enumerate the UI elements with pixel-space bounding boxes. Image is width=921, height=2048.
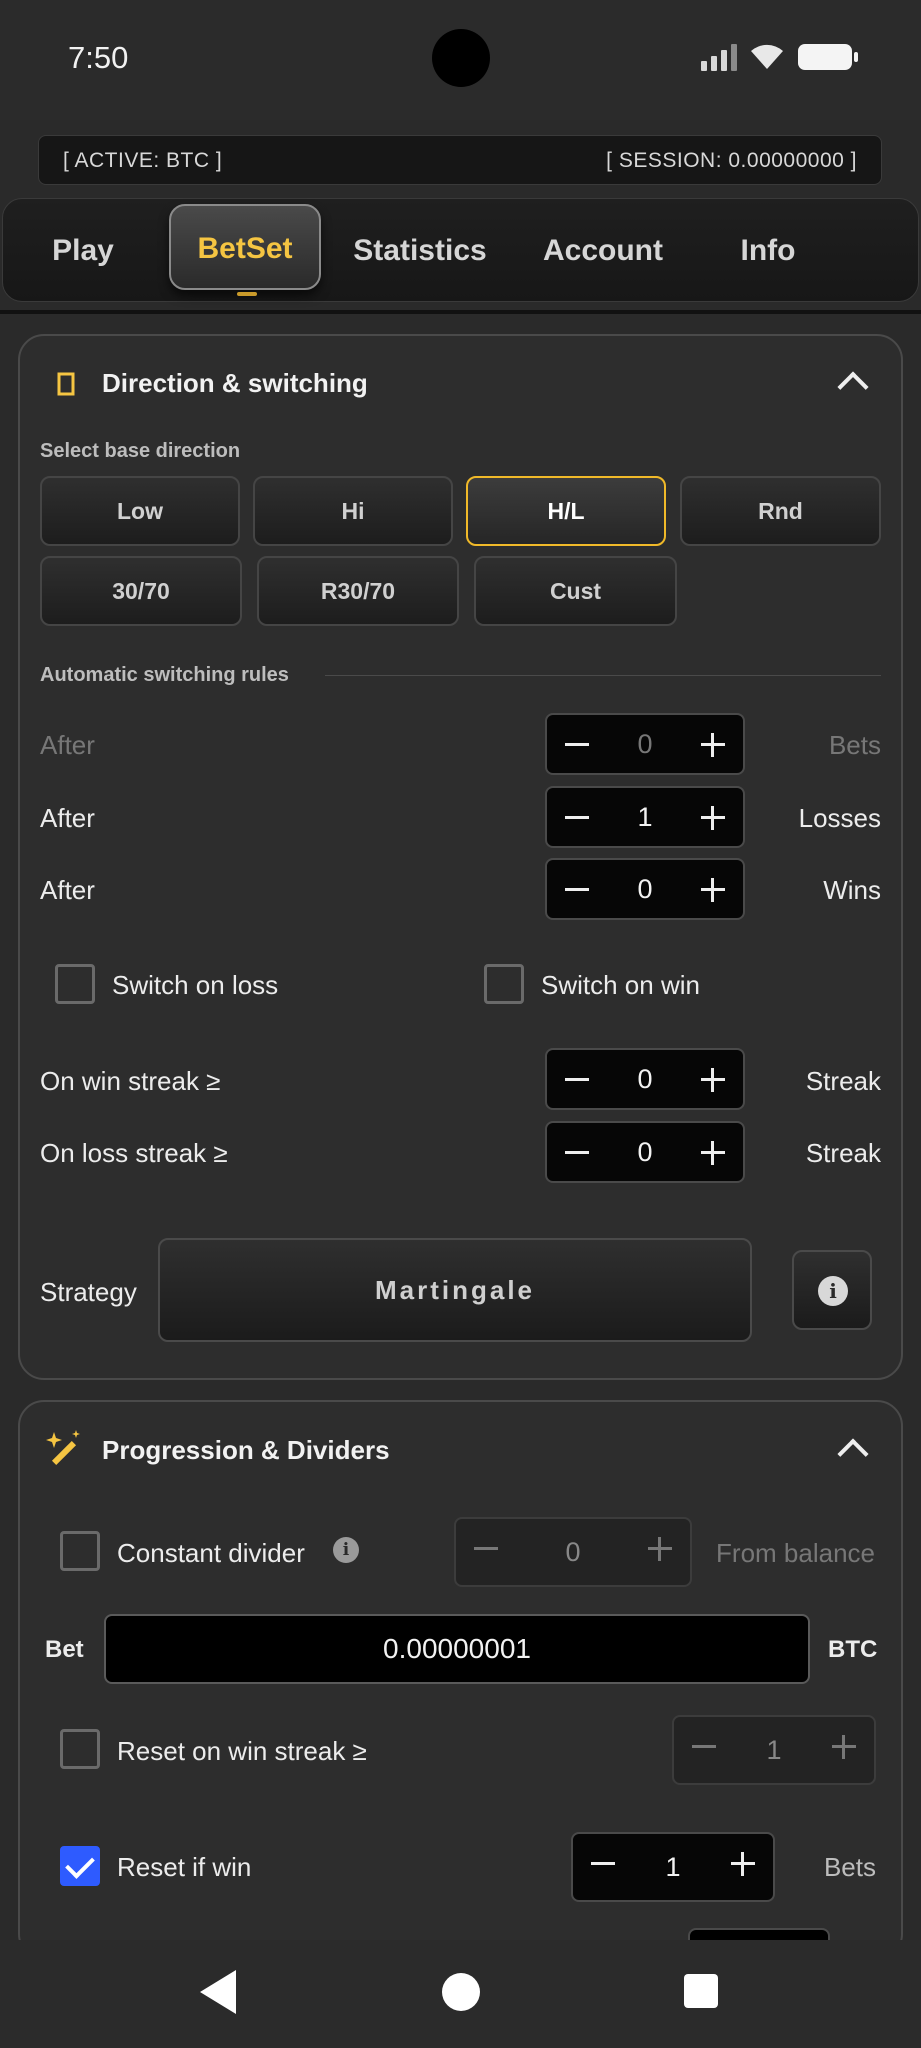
switch-on-loss-label: Switch on loss <box>112 970 279 1000</box>
constant-divider-checkbox[interactable] <box>60 1531 100 1571</box>
camera-cutout <box>432 29 490 87</box>
bet-label: Bet <box>45 1636 84 1663</box>
stepper-value[interactable]: 0 <box>607 860 683 918</box>
direction-button-hi[interactable]: Hi <box>253 476 453 546</box>
win-streak-stepper: 0 <box>545 1048 745 1110</box>
rule-bets-unit: Bets <box>828 730 881 760</box>
android-nav-bar <box>0 1940 921 2048</box>
plus-icon[interactable] <box>683 1050 743 1108</box>
section-divider <box>325 675 881 676</box>
switch-on-loss-checkbox[interactable] <box>55 964 95 1004</box>
info-icon: i <box>818 1276 848 1306</box>
tab-betset-label: BetSet <box>197 232 293 265</box>
stepper-value[interactable]: 0 <box>607 1123 683 1181</box>
strategy-select-button[interactable]: Martingale <box>158 1238 752 1342</box>
loss-streak-label: On loss streak ≥ <box>40 1138 228 1168</box>
tab-account[interactable]: Account <box>523 199 683 303</box>
plus-icon[interactable] <box>683 788 743 846</box>
status-icons <box>701 42 859 72</box>
loss-streak-stepper: 0 <box>545 1121 745 1183</box>
rule-wins-stepper: 0 <box>545 858 745 920</box>
minus-icon[interactable] <box>547 715 607 773</box>
rule-losses-stepper: 1 <box>545 786 745 848</box>
signal-icon <box>701 43 737 71</box>
plus-icon[interactable] <box>713 1834 773 1900</box>
direction-button-30-70[interactable]: 30/70 <box>40 556 242 626</box>
stepper-value[interactable]: 0 <box>516 1519 630 1585</box>
direction-button-low[interactable]: Low <box>40 476 240 546</box>
auto-switching-label: Automatic switching rules <box>40 664 289 686</box>
divider-stepper: 0 <box>454 1517 692 1587</box>
reset-win-streak-stepper: 1 <box>672 1715 876 1785</box>
tab-statistics[interactable]: Statistics <box>335 199 505 303</box>
direction-card-title: Direction & switching <box>102 368 368 398</box>
direction-button-cust[interactable]: Cust <box>474 556 677 626</box>
plus-icon[interactable] <box>683 1123 743 1181</box>
direction-button-r30-70[interactable]: R30/70 <box>257 556 459 626</box>
session-profit-label: [ SESSION: 0.00000000 ] <box>606 149 857 172</box>
stepper-value[interactable]: 1 <box>734 1717 814 1783</box>
main-tabs: Play BetSet Statistics Account Info <box>2 198 919 302</box>
minus-icon[interactable] <box>573 1834 633 1900</box>
stepper-value[interactable]: 0 <box>607 1050 683 1108</box>
plus-icon[interactable] <box>630 1519 690 1585</box>
battery-icon <box>798 44 858 70</box>
info-icon[interactable]: i <box>333 1537 359 1563</box>
reset-if-win-stepper: 1 <box>571 1832 775 1902</box>
strategy-label: Strategy <box>40 1277 137 1307</box>
tabs-divider <box>0 310 921 314</box>
from-balance-label: From balance <box>716 1538 875 1568</box>
reset-win-streak-label: Reset on win streak ≥ <box>117 1736 367 1766</box>
direction-icon <box>57 372 75 396</box>
stepper-value[interactable]: 0 <box>607 715 683 773</box>
status-time: 7:50 <box>68 40 129 75</box>
minus-icon[interactable] <box>674 1717 734 1783</box>
bet-amount-input[interactable]: 0.00000001 <box>104 1614 810 1684</box>
direction-button-rnd[interactable]: Rnd <box>680 476 881 546</box>
win-streak-unit: Streak <box>805 1066 881 1096</box>
switch-on-win-checkbox[interactable] <box>484 964 524 1004</box>
session-bar: [ ACTIVE: BTC ] [ SESSION: 0.00000000 ] <box>38 135 882 185</box>
wifi-icon <box>751 44 783 69</box>
switch-on-win-label: Switch on win <box>541 970 700 1000</box>
rule-wins-unit: Wins <box>823 875 881 905</box>
active-currency-label: [ ACTIVE: BTC ] <box>63 149 223 172</box>
direction-button-hl[interactable]: H/L <box>466 476 666 546</box>
plus-icon[interactable] <box>814 1717 874 1783</box>
reset-if-win-label: Reset if win <box>117 1852 252 1882</box>
strategy-info-button[interactable]: i <box>792 1250 872 1330</box>
minus-icon[interactable] <box>547 1050 607 1108</box>
minus-icon[interactable] <box>547 860 607 918</box>
win-streak-label: On win streak ≥ <box>40 1066 221 1096</box>
reset-if-win-unit: Bets <box>823 1852 876 1882</box>
loss-streak-unit: Streak <box>805 1138 881 1168</box>
base-direction-label: Select base direction <box>40 440 241 462</box>
status-bar: 7:50 <box>0 0 921 120</box>
tab-info[interactable]: Info <box>703 199 833 303</box>
rule-bets-label: After <box>40 730 95 760</box>
rule-bets-stepper: 0 <box>545 713 745 775</box>
constant-divider-label: Constant divider <box>117 1538 305 1568</box>
rule-losses-label: After <box>40 803 95 833</box>
rule-wins-label: After <box>40 875 95 905</box>
magic-wand-icon <box>46 1430 80 1466</box>
minus-icon[interactable] <box>547 788 607 846</box>
minus-icon[interactable] <box>456 1519 516 1585</box>
back-icon[interactable] <box>200 1970 236 2014</box>
bet-currency-label: BTC <box>828 1636 878 1663</box>
plus-icon[interactable] <box>683 715 743 773</box>
reset-if-win-checkbox[interactable] <box>60 1846 100 1886</box>
tab-betset[interactable]: BetSet <box>169 204 321 296</box>
reset-win-streak-checkbox[interactable] <box>60 1729 100 1769</box>
home-icon[interactable] <box>442 1973 480 2011</box>
plus-icon[interactable] <box>683 860 743 918</box>
minus-icon[interactable] <box>547 1123 607 1181</box>
stepper-value[interactable]: 1 <box>633 1834 713 1900</box>
stepper-value[interactable]: 1 <box>607 788 683 846</box>
progression-card-title: Progression & Dividers <box>102 1435 390 1465</box>
tab-play[interactable]: Play <box>23 199 143 303</box>
recent-apps-icon[interactable] <box>684 1974 718 2008</box>
rule-losses-unit: Losses <box>798 803 881 833</box>
